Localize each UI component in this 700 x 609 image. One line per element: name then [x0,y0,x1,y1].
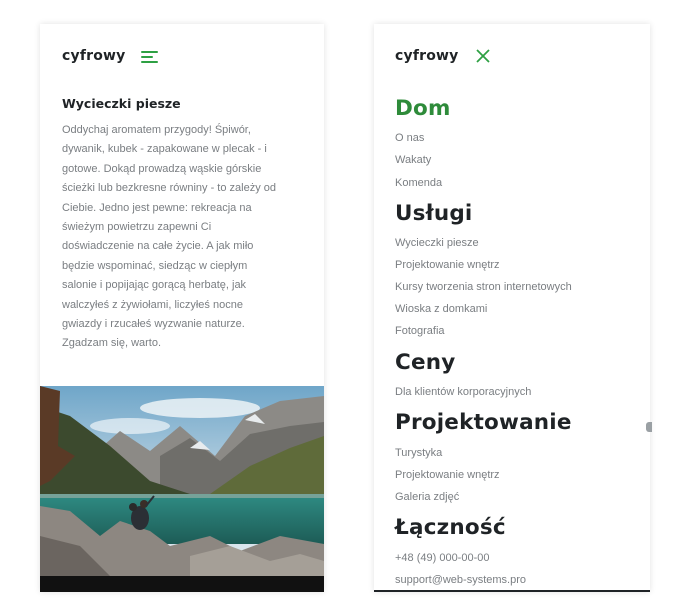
mountain-lake-photo [40,386,324,592]
article-line: doświadczenie na całe życie. A jak miło [62,240,254,253]
menu-link[interactable]: support@web-systems.pro [395,574,526,586]
menu-heading-ceny[interactable]: Ceny [395,350,455,375]
article-line: gotowe. Dokąd prowadzą wąskie górskie [62,162,262,175]
menu-link[interactable]: Wioska z domkami [395,303,487,315]
menu-link[interactable]: Fotografia [395,325,445,337]
article-line: Oddychaj aromatem przygody! Śpiwór, [62,124,251,136]
article-line: gwiazdy i rzucałeś wyzwanie naturze. [62,318,245,331]
menu-link[interactable]: Projektowanie wnętrz [395,469,500,481]
hamburger-icon[interactable] [141,51,158,64]
menu-link[interactable]: Kursy tworzenia stron internetowych [395,281,572,293]
menu-screen: cyfrowy Dom O nas Wakaty Komenda Usługi … [374,24,650,592]
menu-heading-uslugi[interactable]: Usługi [395,201,473,226]
article-line: ścieżki lub bezkresne równiny - to zależ… [62,182,276,195]
article-line: będzie wspominać, siedząc w ciepłym [62,259,248,272]
article-line: Zgadzam się, warto. [62,337,162,350]
close-icon[interactable] [475,48,491,64]
article-line: dywanik, kubek - zapakowane w plecak - i [62,143,267,156]
menu-link[interactable]: Wycieczki piesze [395,237,479,249]
menu-link[interactable]: Turystyka [395,447,442,459]
brand-logo[interactable]: cyfrowy [395,48,459,64]
article-line: Ciebie. Jedno jest pewne: rekreacja na [62,201,252,214]
article-screen: cyfrowy Wycieczki piesze Oddychaj aromat… [40,24,324,592]
menu-link[interactable]: Wakaty [395,154,431,166]
menu-link[interactable]: +48 (49) 000-00-00 [395,552,489,564]
article-line: walczyłeś z żywiołami, liczyłeś nocne [62,298,243,311]
menu-link[interactable]: O nas [395,132,424,144]
menu-heading-projektowanie[interactable]: Projektowanie [395,410,572,435]
menu-link[interactable]: Dla klientów korporacyjnych [395,386,531,398]
menu-link[interactable]: Galeria zdjęć [395,491,459,503]
article-title: Wycieczki piesze [62,96,181,111]
scroll-handle[interactable] [646,422,652,432]
menu-heading-dom[interactable]: Dom [395,96,451,121]
brand-logo[interactable]: cyfrowy [62,48,126,64]
menu-link[interactable]: Komenda [395,177,442,189]
menu-heading-lacznosc[interactable]: Łączność [395,515,506,540]
menu-link[interactable]: Projektowanie wnętrz [395,259,500,271]
article-line: salonie i popijając gorącą herbatę, jak [62,279,247,292]
article-line: świeżym powietrzu zapewni Ci [62,221,212,234]
article-body: Oddychaj aromatem przygody! Śpiwór, dywa… [62,121,308,354]
